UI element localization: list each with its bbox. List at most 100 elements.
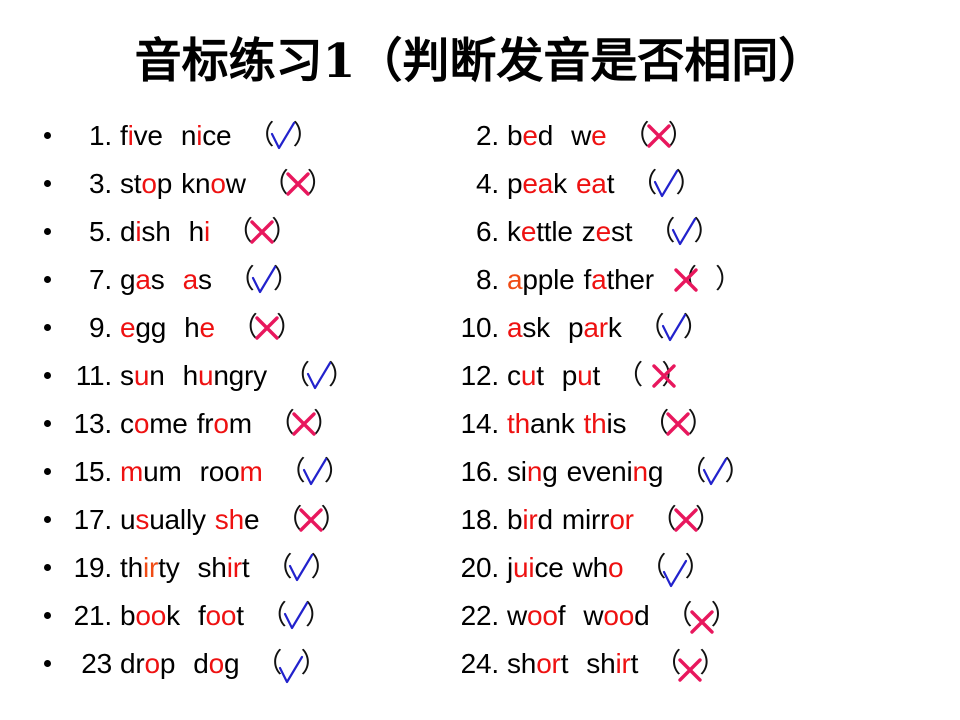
exercise-item-left: 21. book foot （）	[68, 592, 448, 640]
right-paren: ）	[310, 552, 338, 583]
word-segment: th	[120, 552, 143, 583]
answer-bracket[interactable]: （）	[648, 496, 724, 544]
item-number: 13.	[73, 408, 113, 439]
answer-bracket[interactable]: （）	[245, 112, 321, 160]
word-segment: k	[553, 168, 567, 199]
right-paren: ）	[715, 264, 742, 295]
bullet-icon	[44, 132, 51, 139]
word-segment: ea	[575, 168, 607, 199]
word-segment: o	[213, 408, 229, 439]
word-segment: w	[507, 600, 528, 631]
word-segment: th	[507, 408, 530, 439]
item-words: ask park	[507, 304, 622, 352]
answer-bracket[interactable]: （）	[640, 400, 716, 448]
word-segment: oo	[205, 600, 237, 631]
item-words: woof wood	[507, 592, 650, 640]
list-item: 3. stop know （） 4. peak eat （）	[0, 160, 960, 208]
answer-bracket[interactable]: （）	[668, 256, 744, 304]
word-segment: ually	[149, 504, 206, 535]
answer-bracket[interactable]: （）	[253, 640, 329, 688]
item-words: egg he	[120, 304, 215, 352]
word-segment: w	[583, 600, 604, 631]
exercise-item-right: 12. cut put （）	[455, 352, 955, 400]
word-segment: e	[522, 120, 538, 151]
word-segment: n	[526, 456, 543, 487]
answer-bracket[interactable]: （）	[224, 208, 300, 256]
list-item: 13. come from （） 14. thank this （）	[0, 400, 960, 448]
cross-icon	[650, 362, 678, 390]
answer-bracket[interactable]: （）	[646, 208, 722, 256]
word-segment: h	[188, 216, 205, 247]
word-segment: t	[630, 648, 639, 679]
answer-bracket[interactable]: （）	[229, 304, 305, 352]
bullet-icon	[44, 564, 51, 571]
answer-bracket[interactable]: （）	[260, 160, 336, 208]
answer-bracket[interactable]: （）	[263, 544, 339, 592]
word-segment: c	[120, 408, 134, 439]
word-segment: o	[141, 168, 157, 199]
exercise-item-right: 6. kettle zest （）	[455, 208, 955, 256]
answer-bracket[interactable]: （）	[266, 400, 342, 448]
answer-bracket[interactable]: （）	[226, 256, 302, 304]
exercise-item-right: 10. ask park （）	[455, 304, 955, 352]
word-segment: f	[557, 600, 566, 631]
word-segment: m	[228, 408, 252, 439]
word-segment: f	[583, 264, 592, 295]
item-words: mum room	[120, 448, 263, 496]
exercise-item-right: 2. bed we （）	[455, 112, 955, 160]
word-segment: u	[133, 360, 150, 391]
item-words: thirty shirt	[120, 544, 250, 592]
cross-icon	[290, 410, 318, 438]
left-paren: （	[616, 360, 643, 391]
item-words: cut put	[507, 352, 600, 400]
word-segment: a	[135, 264, 151, 295]
item-number: 22.	[460, 600, 500, 631]
item-number: 4.	[476, 168, 499, 199]
exercise-item-left: 13. come from （）	[68, 400, 448, 448]
exercise-item-right: 4. peak eat （）	[455, 160, 955, 208]
cross-icon	[676, 656, 704, 684]
answer-bracket[interactable]: （）	[273, 496, 349, 544]
item-number: 21.	[73, 600, 113, 631]
answer-bracket[interactable]: （）	[652, 640, 728, 688]
check-icon	[662, 559, 688, 589]
right-paren: ）	[682, 312, 710, 343]
item-words: stop know	[120, 160, 246, 208]
word-segment: ir	[522, 504, 538, 535]
cross-icon	[284, 170, 312, 198]
answer-bracket[interactable]: （）	[677, 448, 753, 496]
cross-icon	[672, 506, 700, 534]
answer-bracket[interactable]: （）	[621, 112, 697, 160]
item-words: bed we	[507, 112, 607, 160]
answer-bracket[interactable]: （）	[281, 352, 357, 400]
answer-bracket[interactable]: （）	[277, 448, 353, 496]
right-paren: ）	[724, 456, 752, 487]
answer-bracket[interactable]: （）	[636, 304, 712, 352]
answer-bracket[interactable]: （）	[664, 592, 740, 640]
word-segment: sh	[586, 648, 616, 679]
word-segment: o	[208, 648, 225, 679]
item-words: five nice	[120, 112, 232, 160]
answer-bracket[interactable]: （）	[614, 352, 690, 400]
word-segment: g	[224, 648, 240, 679]
exercise-item-left: 17. usually she （）	[68, 496, 448, 544]
list-item: 1. five nice （） 2. bed we （）	[0, 112, 960, 160]
exercise-item-left: 19. thirty shirt （）	[68, 544, 448, 592]
word-segment: a	[507, 312, 523, 343]
word-segment: e	[199, 312, 216, 343]
bullet-icon	[44, 276, 51, 283]
bullet-icon	[44, 372, 51, 379]
right-paren: ）	[328, 360, 355, 391]
answer-bracket[interactable]: （）	[628, 160, 704, 208]
answer-bracket[interactable]: （）	[637, 544, 713, 592]
word-segment: t	[560, 648, 569, 679]
word-segment: e	[595, 216, 612, 247]
word-segment: me	[149, 408, 188, 439]
word-segment: sh	[141, 216, 171, 247]
item-words: kettle zest	[507, 208, 633, 256]
answer-bracket[interactable]: （）	[258, 592, 334, 640]
slide-canvas: 音标练习1（判断发音是否相同） 1. five nice （） 2. bed we （） 3. s…	[0, 0, 960, 720]
word-segment: e	[591, 120, 607, 151]
bullet-icon	[44, 420, 51, 427]
bullet-icon	[44, 468, 51, 475]
